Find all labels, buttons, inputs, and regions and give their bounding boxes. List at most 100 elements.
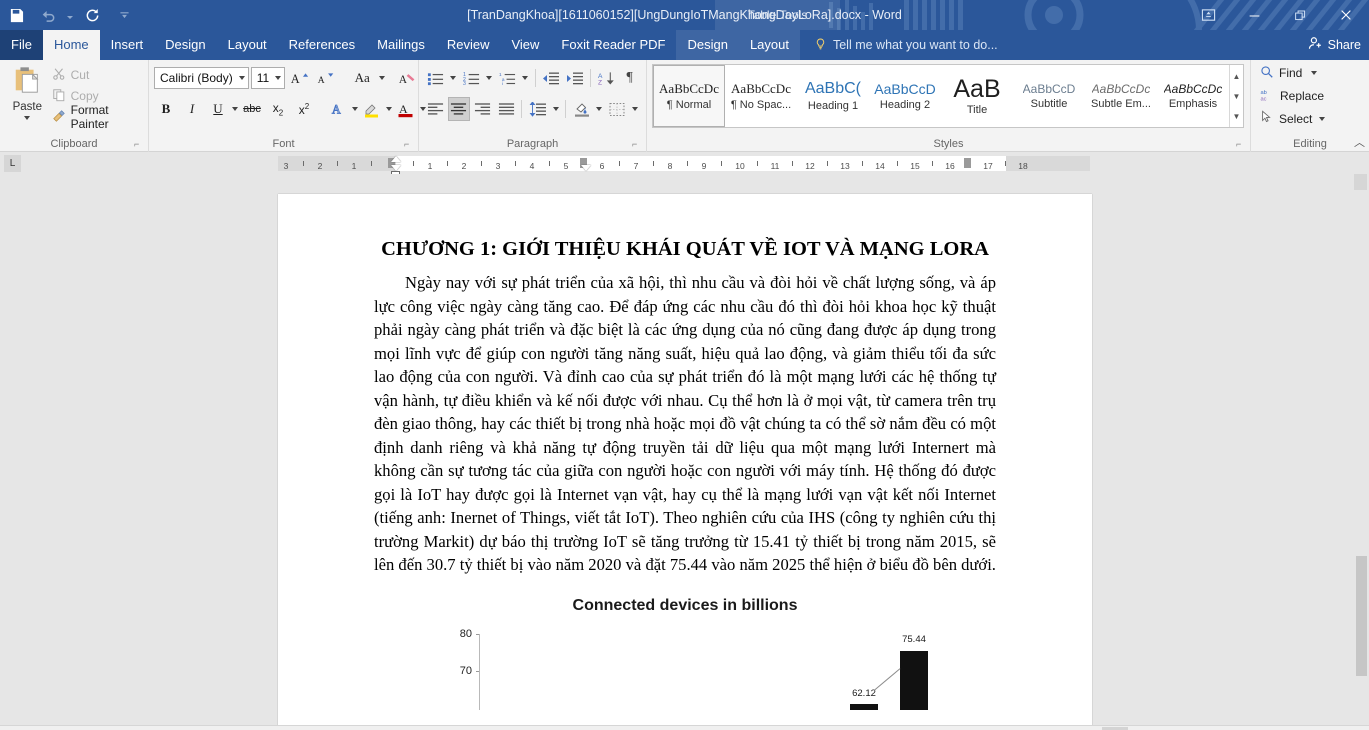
undo-dropdown-icon[interactable] <box>64 0 76 30</box>
styles-dialog-launcher-icon[interactable]: ⌐ <box>1236 139 1246 149</box>
replace-button[interactable]: ab ac Replace <box>1256 86 1364 107</box>
tab-references[interactable]: References <box>278 30 366 60</box>
tab-review[interactable]: Review <box>436 30 501 60</box>
font-dialog-launcher-icon[interactable]: ⌐ <box>404 139 414 149</box>
italic-button[interactable]: I <box>180 97 204 121</box>
increase-indent-button[interactable] <box>563 66 586 90</box>
tab-insert[interactable]: Insert <box>100 30 155 60</box>
tab-layout[interactable]: Layout <box>217 30 278 60</box>
change-case-button[interactable]: Aa <box>347 66 377 90</box>
numbering-button[interactable]: 123 <box>460 66 483 90</box>
select-dropdown-icon[interactable] <box>1319 116 1326 121</box>
justify-button[interactable] <box>495 97 518 121</box>
borders-button[interactable] <box>606 97 629 121</box>
style-title[interactable]: AaB Title <box>941 65 1013 127</box>
multilevel-list-button[interactable]: 1ai <box>496 66 519 90</box>
chart-figure[interactable]: Connected devices in billions 80 70 62.1… <box>374 597 996 710</box>
change-case-dropdown-icon[interactable] <box>379 66 386 90</box>
subscript-button[interactable]: x2 <box>266 97 290 121</box>
style-emphasis[interactable]: AaBbCcDc Emphasis <box>1157 65 1229 127</box>
style-heading-2[interactable]: AaBbCcD Heading 2 <box>869 65 941 127</box>
document-page[interactable]: CHƯƠNG 1: GIỚI THIỆU KHÁI QUÁT VỀ IOT VÀ… <box>278 194 1092 725</box>
shading-dropdown-icon[interactable] <box>594 97 605 121</box>
undo-icon[interactable] <box>32 0 64 30</box>
bold-button[interactable]: B <box>154 97 178 121</box>
cut-button[interactable]: Cut <box>52 65 143 85</box>
tab-stop-selector[interactable]: L <box>4 155 21 172</box>
line-spacing-button[interactable] <box>526 97 549 121</box>
close-icon[interactable] <box>1323 0 1369 30</box>
strikethrough-button[interactable]: abc <box>240 97 264 121</box>
first-line-indent-marker[interactable] <box>391 156 401 162</box>
underline-dropdown-icon[interactable] <box>232 97 238 121</box>
borders-dropdown-icon[interactable] <box>630 97 641 121</box>
format-painter-button[interactable]: Format Painter <box>52 103 143 131</box>
style-no-spacing[interactable]: AaBbCcDc ¶ No Spac... <box>725 65 797 127</box>
superscript-button[interactable]: x2 <box>292 97 316 121</box>
save-icon[interactable] <box>0 0 32 30</box>
style-subtle-emphasis[interactable]: AaBbCcDc Subtle Em... <box>1085 65 1157 127</box>
tab-mailings[interactable]: Mailings <box>366 30 436 60</box>
decrease-indent-button[interactable] <box>540 66 563 90</box>
sort-button[interactable]: AZ <box>595 66 618 90</box>
bullets-dropdown-icon[interactable] <box>448 66 459 90</box>
right-indent-marker[interactable] <box>581 165 591 171</box>
text-highlight-dropdown-icon[interactable] <box>386 97 392 121</box>
vertical-scrollbar[interactable] <box>1354 174 1369 725</box>
tab-design[interactable]: Design <box>154 30 216 60</box>
find-button[interactable]: Find <box>1256 63 1364 84</box>
line-spacing-dropdown-icon[interactable] <box>550 97 561 121</box>
collapse-ribbon-button[interactable]: ︿ <box>1354 134 1365 150</box>
style-subtitle[interactable]: AaBbCcD Subtitle <box>1013 65 1085 127</box>
font-color-button[interactable]: A <box>394 97 418 121</box>
multilevel-list-dropdown-icon[interactable] <box>519 66 530 90</box>
vertical-scrollbar-thumb[interactable] <box>1356 556 1367 676</box>
tab-file[interactable]: File <box>0 30 43 60</box>
find-dropdown-icon[interactable] <box>1311 71 1318 76</box>
ruler-tick: 7 <box>633 161 639 171</box>
styles-scrollbar[interactable]: ▲ ▼ ▼ <box>1229 65 1243 127</box>
underline-button[interactable]: U <box>206 97 230 121</box>
align-right-button[interactable] <box>471 97 494 121</box>
share-button[interactable]: Share <box>1308 30 1361 60</box>
font-size-combo[interactable]: 11 <box>250 67 286 89</box>
text-effects-dropdown-icon[interactable] <box>352 97 358 121</box>
style-normal[interactable]: AaBbCcDc ¶ Normal <box>653 65 725 127</box>
bullets-button[interactable] <box>424 66 447 90</box>
align-center-button[interactable] <box>447 97 471 121</box>
shading-button[interactable] <box>570 97 593 121</box>
text-effects-button[interactable]: A <box>326 97 350 121</box>
tab-home[interactable]: Home <box>42 30 100 60</box>
align-left-button[interactable] <box>424 97 447 121</box>
paste-dropdown-icon[interactable] <box>24 116 31 120</box>
style-heading-1[interactable]: AaBbC( Heading 1 <box>797 65 869 127</box>
ribbon-display-options-icon[interactable] <box>1185 0 1231 30</box>
horizontal-ruler[interactable]: 3 2 1 1 2 3 4 5 6 7 8 9 10 11 12 13 14 1… <box>278 156 1090 178</box>
select-button[interactable]: Select <box>1256 108 1364 129</box>
styles-more-icon[interactable]: ▼ <box>1230 106 1243 126</box>
text-highlight-button[interactable] <box>360 97 384 121</box>
styles-scroll-up-icon[interactable]: ▲ <box>1230 66 1243 86</box>
scrollbar-top-cap[interactable] <box>1354 174 1367 190</box>
tab-table-layout[interactable]: Layout <box>739 30 800 60</box>
clipboard-dialog-launcher-icon[interactable]: ⌐ <box>134 139 144 149</box>
ruler-tab-mark[interactable] <box>964 158 971 168</box>
tell-me-box[interactable]: Tell me what you want to do... <box>800 30 998 60</box>
font-name-combo[interactable]: Calibri (Body) <box>154 67 249 89</box>
paragraph-dialog-launcher-icon[interactable]: ⌐ <box>632 139 642 149</box>
grow-font-button[interactable]: A <box>287 66 311 90</box>
restore-icon[interactable] <box>1277 0 1323 30</box>
show-formatting-marks-button[interactable]: ¶ <box>618 66 641 90</box>
minimize-icon[interactable] <box>1231 0 1277 30</box>
customize-qat-icon[interactable] <box>108 0 140 30</box>
redo-icon[interactable] <box>76 0 108 30</box>
tab-foxit-reader-pdf[interactable]: Foxit Reader PDF <box>550 30 676 60</box>
styles-scroll-down-icon[interactable]: ▼ <box>1230 86 1243 106</box>
clear-formatting-button[interactable]: A <box>395 66 419 90</box>
tab-view[interactable]: View <box>500 30 550 60</box>
tab-table-design[interactable]: Design <box>676 30 738 60</box>
paste-button[interactable]: Paste <box>5 63 50 129</box>
group-font: Calibri (Body) 11 A A Aa A B I U abc x2 … <box>148 60 426 152</box>
shrink-font-button[interactable]: A <box>313 66 337 90</box>
numbering-dropdown-icon[interactable] <box>484 66 495 90</box>
